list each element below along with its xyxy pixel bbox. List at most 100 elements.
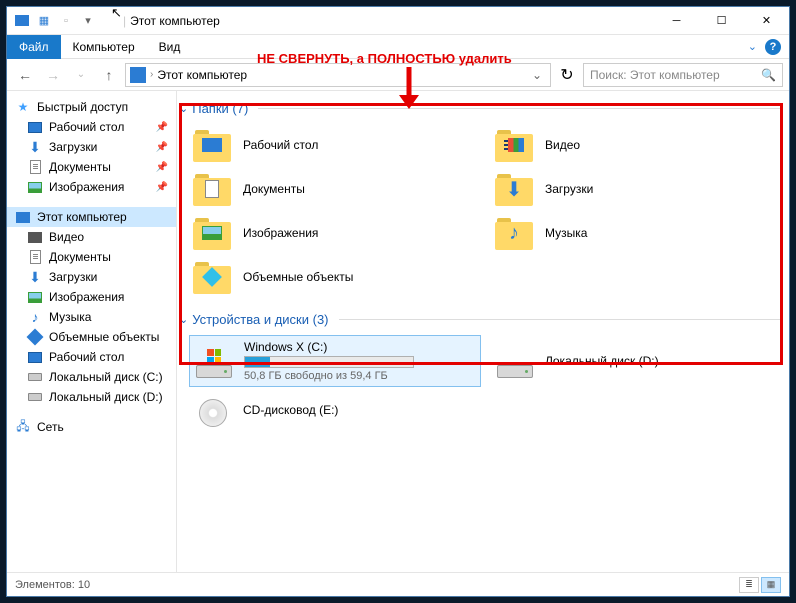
pin-icon: 📌 xyxy=(156,122,168,133)
drives-grid: Windows X (C:) 50,8 ГБ свободно из 59,4 … xyxy=(179,331,783,441)
drive-cd[interactable]: CD-дисковод (E:) xyxy=(189,389,481,431)
explorer-window: ↖ ▦ ▫ ▾ | Этот компьютер ─ ☐ ✕ Файл Комп… xyxy=(6,6,790,597)
drive-d[interactable]: Локальный диск (D:) xyxy=(491,335,783,387)
sidebar-item-drive-c[interactable]: Локальный диск (C:) xyxy=(7,367,176,387)
sidebar-this-pc[interactable]: Этот компьютер xyxy=(7,207,176,227)
sidebar-item-desktop[interactable]: Рабочий стол📌 xyxy=(7,117,176,137)
help-icon[interactable]: ? xyxy=(765,39,781,55)
folder-icon: ⬇ xyxy=(495,172,535,206)
pc-icon xyxy=(15,209,31,225)
tab-view[interactable]: Вид xyxy=(147,35,193,59)
ribbon-expand-icon[interactable]: ⌄ xyxy=(748,40,757,53)
sidebar-quick-access[interactable]: ★Быстрый доступ xyxy=(7,97,176,117)
sidebar-item-video[interactable]: Видео xyxy=(7,227,176,247)
new-folder-icon[interactable]: ▫ xyxy=(57,12,75,30)
folder-icon xyxy=(193,216,233,250)
document-icon xyxy=(27,159,43,175)
content-pane: ⌄ Папки (7) Рабочий стол Видео Документы… xyxy=(177,91,789,572)
view-tiles-button[interactable]: ▦ xyxy=(761,577,781,593)
drive-d-label: Локальный диск (D:) xyxy=(545,354,659,368)
ribbon: Файл Компьютер Вид ⌄ ? xyxy=(7,35,789,59)
folder-icon: ♪ xyxy=(495,216,535,250)
sidebar: ★Быстрый доступ Рабочий стол📌 ⬇Загрузки📌… xyxy=(7,91,177,572)
sidebar-item-music[interactable]: ♪Музыка xyxy=(7,307,176,327)
sidebar-item-downloads[interactable]: ⬇Загрузки📌 xyxy=(7,137,176,157)
folder-documents[interactable]: Документы xyxy=(189,168,481,210)
folders-grid: Рабочий стол Видео Документы ⬇Загрузки И… xyxy=(179,120,783,308)
recent-dropdown-icon[interactable]: ⌄ xyxy=(69,63,93,87)
drive-c-label: Windows X (C:) xyxy=(244,340,414,354)
music-icon: ♪ xyxy=(503,224,525,242)
desktop-icon xyxy=(27,349,43,365)
video-icon xyxy=(27,229,43,245)
search-placeholder: Поиск: Этот компьютер xyxy=(590,68,720,82)
address-dropdown-icon[interactable]: ⌄ xyxy=(528,68,546,82)
refresh-button[interactable]: ↻ xyxy=(555,64,579,86)
pin-icon: 📌 xyxy=(156,142,168,153)
quick-access-toolbar: ▦ ▫ ▾ xyxy=(7,12,103,30)
folder-icon xyxy=(193,128,233,162)
view-details-button[interactable]: ≣ xyxy=(739,577,759,593)
cd-icon xyxy=(193,393,233,427)
sidebar-item-documents2[interactable]: Документы xyxy=(7,247,176,267)
chevron-right-icon[interactable]: › xyxy=(150,69,153,80)
download-icon: ⬇ xyxy=(27,139,43,155)
maximize-button[interactable]: ☐ xyxy=(699,7,744,35)
drive-c-usage-bar xyxy=(244,356,414,368)
image-icon xyxy=(27,179,43,195)
music-icon: ♪ xyxy=(27,309,43,325)
sidebar-network[interactable]: 🖧Сеть xyxy=(7,417,176,437)
close-button[interactable]: ✕ xyxy=(744,7,789,35)
sidebar-item-drive-d[interactable]: Локальный диск (D:) xyxy=(7,387,176,407)
folder-video[interactable]: Видео xyxy=(491,124,783,166)
drive-icon xyxy=(194,344,234,378)
group-devices-header[interactable]: ⌄ Устройства и диски (3) xyxy=(179,308,783,331)
desktop-icon xyxy=(27,119,43,135)
window-controls: ─ ☐ ✕ xyxy=(654,7,789,35)
folder-music[interactable]: ♪Музыка xyxy=(491,212,783,254)
status-text: Элементов: 10 xyxy=(15,579,90,591)
folder-icon xyxy=(193,172,233,206)
search-input[interactable]: Поиск: Этот компьютер 🔍 xyxy=(583,63,783,87)
drive-c[interactable]: Windows X (C:) 50,8 ГБ свободно из 59,4 … xyxy=(189,335,481,387)
sidebar-item-pictures[interactable]: Изображения📌 xyxy=(7,177,176,197)
tab-computer[interactable]: Компьютер xyxy=(61,35,147,59)
document-icon xyxy=(27,249,43,265)
nav-row: ← → ⌄ ↑ › Этот компьютер ⌄ ↻ Поиск: Этот… xyxy=(7,59,789,91)
titlebar: ▦ ▫ ▾ | Этот компьютер ─ ☐ ✕ xyxy=(7,7,789,35)
window-title: Этот компьютер xyxy=(130,14,220,28)
folder-downloads[interactable]: ⬇Загрузки xyxy=(491,168,783,210)
drive-icon xyxy=(27,369,43,385)
star-icon: ★ xyxy=(15,99,31,115)
group-folders-header[interactable]: ⌄ Папки (7) xyxy=(179,97,783,120)
separator: | xyxy=(123,14,126,28)
qat-dropdown-icon[interactable]: ▾ xyxy=(79,12,97,30)
chevron-down-icon[interactable]: ⌄ xyxy=(179,102,188,115)
up-button[interactable]: ↑ xyxy=(97,63,121,87)
forward-button[interactable]: → xyxy=(41,63,65,87)
search-icon[interactable]: 🔍 xyxy=(761,68,776,82)
sidebar-item-pictures2[interactable]: Изображения xyxy=(7,287,176,307)
address-bar[interactable]: › Этот компьютер ⌄ xyxy=(125,63,551,87)
drive-c-sub: 50,8 ГБ свободно из 59,4 ГБ xyxy=(244,370,414,382)
pin-icon: 📌 xyxy=(156,182,168,193)
folder-3d-objects[interactable]: Объемные объекты xyxy=(189,256,481,298)
pc-icon xyxy=(13,12,31,30)
chevron-down-icon[interactable]: ⌄ xyxy=(179,313,188,326)
windows-icon xyxy=(207,349,221,363)
folder-pictures[interactable]: Изображения xyxy=(189,212,481,254)
sidebar-item-downloads2[interactable]: ⬇Загрузки xyxy=(7,267,176,287)
window-title-group: | Этот компьютер xyxy=(123,14,220,28)
tab-file[interactable]: Файл xyxy=(7,35,61,59)
back-button[interactable]: ← xyxy=(13,63,37,87)
drive-cd-label: CD-дисковод (E:) xyxy=(243,403,338,417)
download-icon: ⬇ xyxy=(503,180,525,198)
minimize-button[interactable]: ─ xyxy=(654,7,699,35)
sidebar-item-desktop2[interactable]: Рабочий стол xyxy=(7,347,176,367)
sidebar-item-documents[interactable]: Документы📌 xyxy=(7,157,176,177)
properties-icon[interactable]: ▦ xyxy=(35,12,53,30)
folder-desktop[interactable]: Рабочий стол xyxy=(189,124,481,166)
address-text[interactable]: Этот компьютер xyxy=(157,68,247,82)
sidebar-item-3d[interactable]: Объемные объекты xyxy=(7,327,176,347)
image-icon xyxy=(27,289,43,305)
